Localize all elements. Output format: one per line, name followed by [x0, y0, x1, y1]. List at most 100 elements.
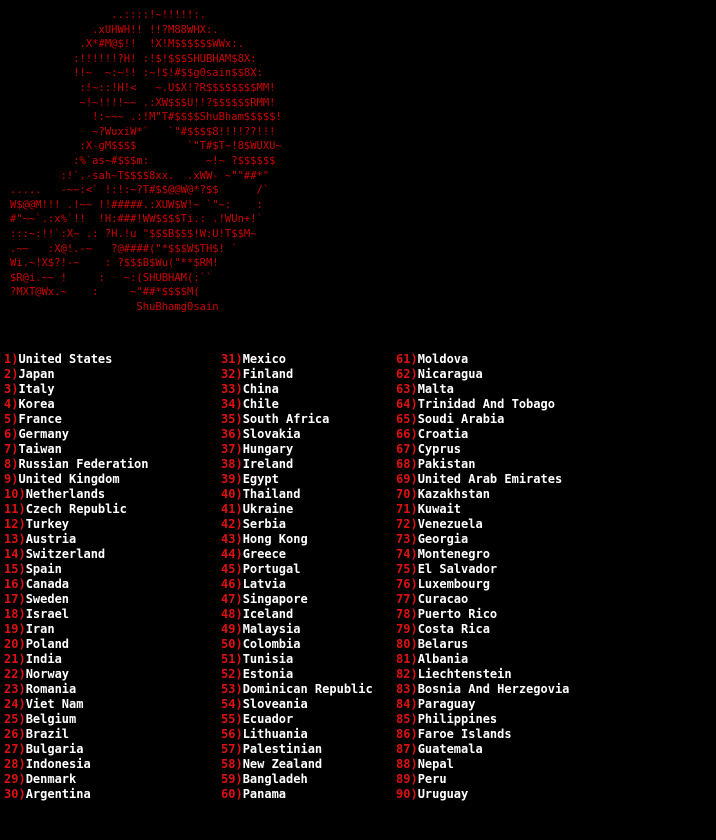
country-option-index: 13)	[4, 532, 26, 546]
country-option-index: 59)	[221, 772, 243, 786]
country-option: 54)Sloveania	[221, 697, 373, 712]
country-option: 22)Norway	[4, 667, 149, 682]
country-option-index: 15)	[4, 562, 26, 576]
ascii-art-line: !!~ ~:~!! :~!$!#$$g0sain$$8X:	[10, 67, 263, 80]
ascii-art-line: :::~:!!`:X~ .: ?H.!u "$$$B$$$!W:U!T$$M~	[10, 227, 257, 240]
ascii-art-line: :!!!!!!?H! :!$!$$$SHUBHAM$8X:	[10, 52, 257, 65]
country-option-name: United Arab Emirates	[417, 472, 563, 486]
ascii-art-line: ..::::!~!!!!!:.	[10, 9, 206, 21]
country-option: 71)Kuwait	[396, 502, 569, 517]
country-option: 40)Thailand	[221, 487, 373, 502]
country-option: 48)Iceland	[221, 607, 373, 622]
country-option-name: Ireland	[242, 457, 294, 471]
country-option-name: Japan	[18, 367, 55, 381]
country-option-name: Panama	[242, 787, 287, 801]
country-option-name: Germany	[18, 427, 70, 441]
country-option-name: Albania	[417, 652, 469, 666]
country-option-index: 70)	[396, 487, 418, 501]
country-option-index: 66)	[396, 427, 418, 441]
country-option: 43)Hong Kong	[221, 532, 373, 547]
country-option-name: Turkey	[25, 517, 70, 531]
country-option: 87)Guatemala	[396, 742, 569, 757]
country-option: 16)Canada	[4, 577, 149, 592]
country-option-name: Costa Rica	[417, 622, 490, 636]
country-option-name: Switzerland	[25, 547, 106, 561]
country-option-name: Viet Nam	[25, 697, 84, 711]
country-option: 69)United Arab Emirates	[396, 472, 569, 487]
country-option: 31)Mexico	[221, 352, 373, 367]
country-option: 28)Indonesia	[4, 757, 149, 772]
country-option-index: 43)	[221, 532, 243, 546]
country-option-name: Trinidad And Tobago	[417, 397, 555, 411]
country-option-name: Lithuania	[242, 727, 308, 741]
country-option: 50)Colombia	[221, 637, 373, 652]
country-option-name: Italy	[18, 382, 55, 396]
country-option-index: 36)	[221, 427, 243, 441]
country-option-name: Egypt	[242, 472, 279, 486]
country-option-index: 38)	[221, 457, 243, 471]
country-option-index: 53)	[221, 682, 243, 696]
country-option-name: Greece	[242, 547, 287, 561]
country-option-index: 81)	[396, 652, 418, 666]
country-option-index: 27)	[4, 742, 26, 756]
country-option-index: 3)	[4, 382, 19, 396]
country-option: 30)Argentina	[4, 787, 149, 802]
country-option: 56)Lithuania	[221, 727, 373, 742]
country-option-name: Taiwan	[18, 442, 62, 456]
country-option-index: 35)	[221, 412, 243, 426]
country-option-index: 90)	[396, 787, 418, 801]
country-option: 25)Belgium	[4, 712, 149, 727]
country-option-index: 42)	[221, 517, 243, 531]
country-option: 6)Germany	[4, 427, 149, 442]
country-list-column-1: 1)United States 2)Japan 3)Italy 4)Korea 5)Fr…	[4, 352, 149, 802]
country-option-name: Hungary	[242, 442, 294, 456]
country-option-name: Moldova	[417, 352, 469, 366]
country-option: 73)Georgia	[396, 532, 569, 547]
country-option: 61)Moldova	[396, 352, 569, 367]
ascii-art-line: ?MXT@Wx.~ : ~"##*$$$$M(	[10, 286, 200, 299]
country-option-index: 76)	[396, 577, 418, 591]
country-option-name: Peru	[417, 772, 447, 786]
country-option-index: 48)	[221, 607, 243, 621]
country-option: 2)Japan	[4, 367, 149, 382]
country-option-name: Paraguay	[417, 697, 476, 711]
country-option-index: 22)	[4, 667, 26, 681]
country-option: 63)Malta	[396, 382, 569, 397]
country-option: 66)Croatia	[396, 427, 569, 442]
ascii-art-line: W$@@M!!! .!~~ !!#####.:XUW$W!~ `"~: :	[10, 198, 263, 211]
country-option: 35)South Africa	[221, 412, 373, 427]
country-option: 83)Bosnia And Herzegovia	[396, 682, 569, 697]
ascii-art-line: $R@i.~~ ! : ~:(SHUBHAM(:``	[10, 271, 213, 284]
country-option-index: 30)	[4, 787, 26, 801]
country-option-index: 56)	[221, 727, 243, 741]
country-option-index: 82)	[396, 667, 418, 681]
country-option-name: Sloveania	[242, 697, 308, 711]
country-option-name: Bosnia And Herzegovia	[417, 682, 570, 696]
country-option: 90)Uruguay	[396, 787, 569, 802]
country-option-name: Indonesia	[25, 757, 91, 771]
country-option: 57)Palestinian	[221, 742, 373, 757]
country-option-name: Mexico	[242, 352, 287, 366]
country-option-index: 23)	[4, 682, 26, 696]
country-option-index: 54)	[221, 697, 243, 711]
country-option-index: 5)	[4, 412, 19, 426]
country-option: 14)Switzerland	[4, 547, 149, 562]
country-option-index: 49)	[221, 622, 243, 636]
country-option-index: 67)	[396, 442, 418, 456]
country-option-index: 25)	[4, 712, 26, 726]
country-option-index: 58)	[221, 757, 243, 771]
country-option-name: Brazil	[25, 727, 70, 741]
country-option: 55)Ecuador	[221, 712, 373, 727]
country-option-name: Canada	[25, 577, 70, 591]
country-option-index: 17)	[4, 592, 26, 606]
country-option-name: Ecuador	[242, 712, 294, 726]
country-option-index: 64)	[396, 397, 418, 411]
country-option-index: 10)	[4, 487, 26, 501]
country-option: 34)Chile	[221, 397, 373, 412]
ascii-art-line: ..... -~~:<` !:!:~?T#$$@@W@*?$$ /`	[10, 184, 270, 197]
country-option-index: 75)	[396, 562, 418, 576]
country-option-index: 71)	[396, 502, 418, 516]
country-option-name: Poland	[25, 637, 70, 651]
ascii-art-line: :X-gM$$$$ `"T#$T~!8$WUXU~	[10, 140, 282, 153]
country-option-index: 86)	[396, 727, 418, 741]
